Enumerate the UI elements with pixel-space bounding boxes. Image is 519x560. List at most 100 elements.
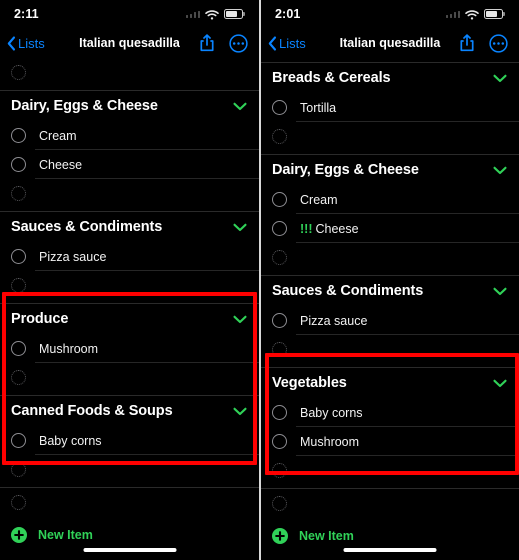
- chevron-down-icon[interactable]: [233, 315, 247, 324]
- item-checkbox[interactable]: [11, 249, 26, 264]
- item-checkbox[interactable]: [272, 313, 287, 328]
- item-checkbox[interactable]: [11, 128, 26, 143]
- cellular-signal-icon: [185, 10, 200, 18]
- section-header[interactable]: Canned Foods & Soups: [0, 396, 259, 426]
- empty-list-item-row[interactable]: [0, 455, 259, 483]
- list-item[interactable]: Baby corns: [261, 398, 519, 427]
- cellular-signal-icon: [445, 10, 460, 18]
- item-label: Baby corns: [300, 405, 363, 420]
- back-button-label: Lists: [18, 35, 45, 51]
- plus-circle-icon: [272, 528, 288, 544]
- status-time: 2:11: [14, 7, 39, 21]
- section-header[interactable]: Sauces & Condiments: [261, 276, 519, 306]
- chevron-down-icon[interactable]: [493, 74, 507, 83]
- list-item[interactable]: Mushroom: [0, 334, 259, 363]
- list-item[interactable]: !!! Cheese: [261, 214, 519, 243]
- new-item-button[interactable]: New Item: [0, 518, 259, 552]
- chevron-left-icon: [7, 35, 16, 51]
- section-title: Dairy, Eggs & Cheese: [272, 162, 419, 178]
- share-icon[interactable]: [459, 34, 475, 52]
- item-label: Pizza sauce: [300, 313, 368, 328]
- item-checkbox[interactable]: [11, 341, 26, 356]
- empty-item-checkbox[interactable]: [11, 64, 26, 80]
- item-label: Mushroom: [39, 341, 99, 356]
- item-checkbox[interactable]: [272, 221, 287, 236]
- back-to-lists-button[interactable]: Lists: [268, 36, 306, 51]
- empty-item-checkbox[interactable]: [11, 277, 26, 293]
- section-title: Sauces & Condiments: [11, 219, 163, 235]
- empty-item-checkbox[interactable]: [11, 185, 26, 201]
- empty-list-item-row[interactable]: [261, 335, 519, 363]
- shopping-list: Breads & Cereals Tortilla Dairy, Eggs & Ch…: [261, 62, 519, 517]
- back-to-lists-button[interactable]: Lists: [7, 36, 45, 51]
- item-checkbox[interactable]: [272, 100, 287, 115]
- list-item[interactable]: Cream: [0, 121, 259, 150]
- list-item[interactable]: Mushroom: [261, 427, 519, 456]
- empty-list-item-row[interactable]: [0, 179, 259, 207]
- navigation-bar: Lists Italian quesadilla: [0, 28, 259, 58]
- item-label: Tortilla: [300, 100, 337, 115]
- home-indicator[interactable]: [83, 548, 176, 552]
- list-item[interactable]: Pizza sauce: [0, 242, 259, 271]
- list-item[interactable]: Cream: [261, 185, 519, 214]
- phone-panel-right: 2:01 Lists Italian quesadilla Breads & Cere…: [259, 0, 519, 560]
- item-label: Pizza sauce: [39, 249, 107, 264]
- status-bar: 2:11: [0, 0, 259, 28]
- status-indicators: [185, 9, 243, 20]
- phone-panel-left: 2:11 Lists Italian quesadilla Dairy, Eggs &…: [0, 0, 259, 560]
- battery-icon: [224, 9, 243, 19]
- empty-list-item-row[interactable]: [0, 488, 259, 516]
- empty-list-item-row[interactable]: [0, 58, 259, 86]
- item-label: Mushroom: [300, 434, 360, 449]
- item-label: !!! Cheese: [300, 222, 359, 236]
- empty-list-item-row[interactable]: [261, 456, 519, 484]
- empty-list-item-row[interactable]: [0, 363, 259, 391]
- item-checkbox[interactable]: [272, 192, 287, 207]
- empty-list-item-row[interactable]: [261, 489, 519, 517]
- list-item[interactable]: Cheese: [0, 150, 259, 179]
- empty-item-checkbox[interactable]: [272, 249, 287, 265]
- chevron-down-icon[interactable]: [493, 379, 507, 388]
- item-label: Cream: [300, 192, 338, 207]
- item-checkbox[interactable]: [11, 433, 26, 448]
- empty-item-checkbox[interactable]: [11, 369, 26, 385]
- section-title: Sauces & Condiments: [272, 283, 424, 299]
- empty-item-checkbox[interactable]: [11, 494, 26, 510]
- list-item[interactable]: Tortilla: [261, 93, 519, 122]
- chevron-down-icon[interactable]: [493, 166, 507, 175]
- priority-marker: !!!: [300, 221, 313, 236]
- status-time: 2:01: [275, 7, 301, 21]
- chevron-down-icon[interactable]: [233, 102, 247, 111]
- empty-list-item-row[interactable]: [0, 271, 259, 299]
- item-checkbox[interactable]: [272, 434, 287, 449]
- section-header[interactable]: Sauces & Condiments: [0, 212, 259, 242]
- empty-item-checkbox[interactable]: [272, 495, 287, 511]
- section-header[interactable]: Breads & Cereals: [261, 63, 519, 93]
- chevron-down-icon[interactable]: [233, 407, 247, 416]
- item-checkbox[interactable]: [272, 405, 287, 420]
- home-indicator[interactable]: [343, 548, 437, 552]
- more-circle-icon[interactable]: [489, 33, 508, 53]
- status-indicators: [445, 9, 503, 20]
- list-item[interactable]: Pizza sauce: [261, 306, 519, 335]
- chevron-down-icon[interactable]: [493, 287, 507, 296]
- section-header[interactable]: Vegetables: [261, 368, 519, 398]
- item-checkbox[interactable]: [11, 157, 26, 172]
- item-label: Cheese: [39, 157, 83, 172]
- section-header[interactable]: Produce: [0, 304, 259, 334]
- empty-item-checkbox[interactable]: [272, 462, 287, 478]
- empty-list-item-row[interactable]: [261, 243, 519, 271]
- empty-item-checkbox[interactable]: [272, 128, 287, 144]
- new-item-label: New Item: [299, 529, 354, 543]
- dual-screenshot-stage: 2:11 Lists Italian quesadilla Dairy, Eggs &…: [0, 0, 519, 560]
- share-icon[interactable]: [199, 34, 215, 52]
- section-header[interactable]: Dairy, Eggs & Cheese: [261, 155, 519, 185]
- more-circle-icon[interactable]: [229, 33, 248, 53]
- empty-list-item-row[interactable]: [261, 122, 519, 150]
- empty-item-checkbox[interactable]: [11, 461, 26, 477]
- empty-item-checkbox[interactable]: [272, 341, 287, 357]
- chevron-down-icon[interactable]: [233, 223, 247, 232]
- new-item-label: New Item: [38, 528, 93, 542]
- section-header[interactable]: Dairy, Eggs & Cheese: [0, 91, 259, 121]
- list-item[interactable]: Baby corns: [0, 426, 259, 455]
